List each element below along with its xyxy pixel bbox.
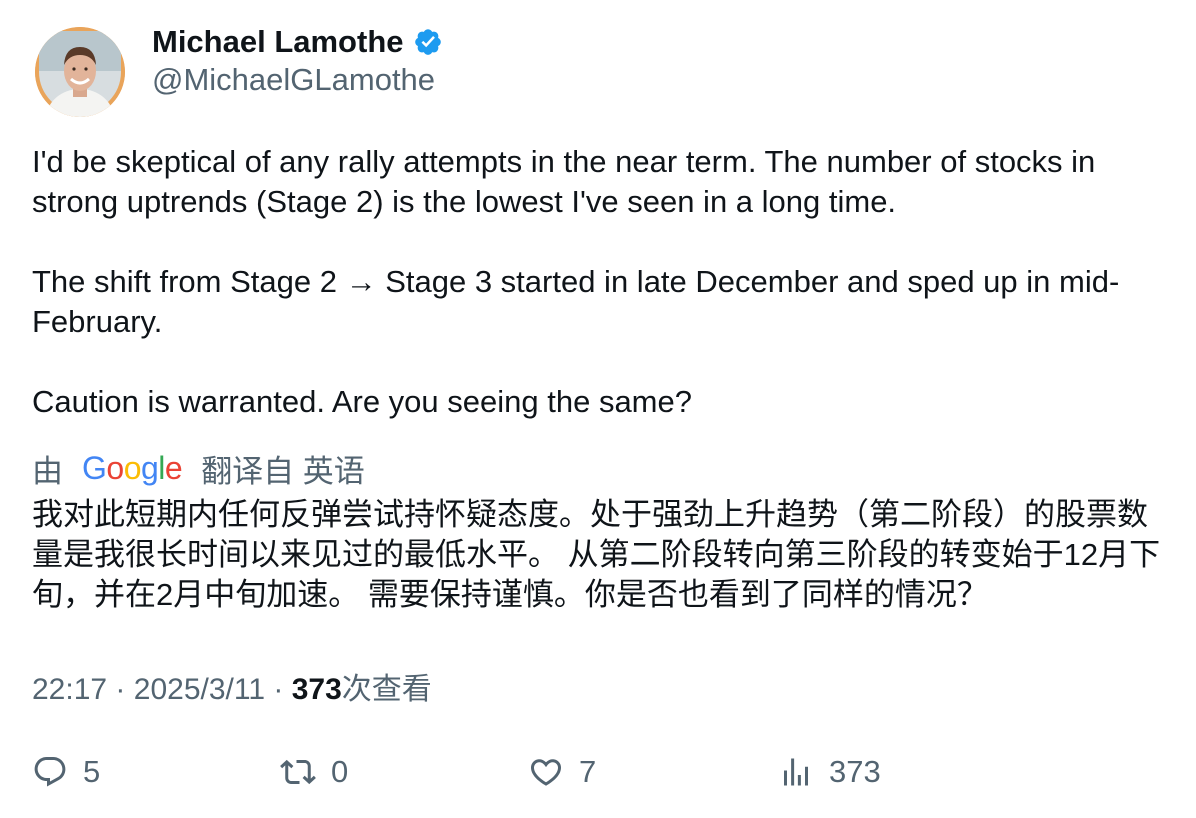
author-display-name[interactable]: Michael Lamothe [152,24,404,60]
translation-prefix: 由 [32,453,63,489]
retweet-icon [280,754,316,790]
translated-text: 我对此短期内任何反弹尝试持怀疑态度。处于强劲上升趋势（第二阶段）的股票数量是我很… [32,497,1161,612]
avatar[interactable] [35,27,125,117]
views-action-count: 373 [829,754,881,789]
retweet-button[interactable]: 0 [280,748,348,796]
translation-attribution: 由 Google 翻译自 英语 [32,446,365,490]
author-name-row: Michael Lamothe [152,22,443,62]
retweet-count: 0 [331,754,349,789]
meta-separator: · [115,673,126,706]
action-bar: 5 0 7 373 [0,748,1196,796]
tweet-date[interactable]: 2025/3/11 [134,673,265,706]
like-button[interactable]: 7 [528,748,596,796]
google-logo: Google [82,449,183,486]
tweet-text: I'd be skeptical of any rally attempts i… [32,142,1172,422]
like-count: 7 [579,754,597,789]
tweet-meta: 22:17 · 2025/3/11 · 373次查看 [32,664,432,708]
tweet-paragraph: I'd be skeptical of any rally attempts i… [32,144,1096,219]
author-handle[interactable]: @MichaelGLamothe [152,62,435,98]
analytics-icon [778,754,814,790]
views-count: 373 [291,673,342,706]
reply-button[interactable]: 5 [32,748,100,796]
avatar-photo [35,27,125,117]
meta-separator: · [273,673,284,706]
views-label: 次查看 [341,673,432,706]
heart-icon [528,754,564,790]
reply-count: 5 [83,754,101,789]
reply-icon [32,754,68,790]
tweet-paragraph: The shift from Stage 2 → Stage 3 started… [32,264,1120,339]
verified-badge-icon[interactable] [413,27,443,57]
views-button[interactable]: 373 [778,748,881,796]
translation-source-language[interactable]: 翻译自 英语 [201,446,365,491]
tweet-paragraph: Caution is warranted. Are you seeing the… [32,384,692,419]
tweet-time[interactable]: 22:17 [32,673,107,706]
